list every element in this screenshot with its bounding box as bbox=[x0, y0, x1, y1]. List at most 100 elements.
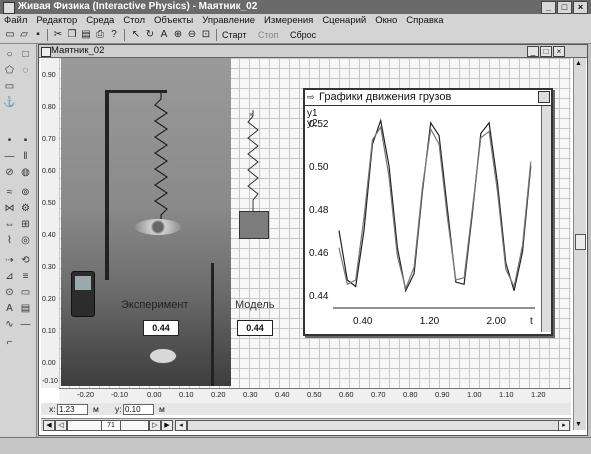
button-tool-icon[interactable]: ⊙ bbox=[3, 286, 16, 299]
ruler-x-label: 0.00 bbox=[147, 390, 162, 399]
graph-window[interactable]: ⇨ Графики движения грузов y1 y2 0.52 0.50 0.… bbox=[303, 88, 553, 336]
doc-minimize-button[interactable]: _ bbox=[527, 46, 539, 57]
damper-tool-icon[interactable]: ⊞ bbox=[19, 218, 32, 231]
app-icon bbox=[3, 2, 15, 14]
step-forward-icon[interactable]: ▷ bbox=[149, 420, 161, 431]
doc-maximize-button[interactable]: □ bbox=[540, 46, 552, 57]
ruler-y-label: 0.40 bbox=[42, 232, 56, 239]
text-tool-icon[interactable]: A bbox=[158, 29, 170, 41]
document-titlebar: Маятник_02 _ □ × bbox=[39, 45, 587, 58]
print-icon[interactable]: ⎙ bbox=[94, 29, 106, 41]
gear-tool-icon[interactable]: ⚙ bbox=[19, 202, 32, 215]
cut-icon[interactable]: ✂ bbox=[52, 29, 64, 41]
model-mass-block[interactable] bbox=[239, 211, 269, 239]
zoom-fit-icon[interactable]: ⊡ bbox=[200, 29, 212, 41]
menu-window[interactable]: Окно bbox=[375, 15, 397, 26]
horizontal-scroll-track[interactable] bbox=[187, 420, 559, 431]
vertical-scrollbar[interactable]: ▲ ▼ bbox=[573, 58, 586, 430]
ruler-x-label: 1.00 bbox=[467, 390, 482, 399]
anchor-tool-icon[interactable]: ⚓ bbox=[3, 96, 16, 109]
ruler-y-label: 0.20 bbox=[42, 296, 56, 303]
paste-icon[interactable]: ▤ bbox=[80, 29, 92, 41]
actuator-tool-icon[interactable]: ⇔ bbox=[3, 218, 16, 231]
experiment-value-meter[interactable]: 0.44 bbox=[143, 320, 179, 336]
curve-tool-icon[interactable]: ◌ bbox=[19, 64, 32, 77]
scroll-right-icon[interactable]: ▸ bbox=[558, 420, 570, 431]
polygon-tool-icon[interactable]: ⬠ bbox=[3, 64, 16, 77]
rewind-icon[interactable]: ◀ bbox=[43, 420, 55, 431]
menubar: Файл Редактор Среда Стол Объекты Управле… bbox=[0, 14, 591, 28]
pin-joint-tool-icon[interactable]: ⊘ bbox=[3, 166, 16, 179]
step-back-icon[interactable]: ◁ bbox=[55, 420, 67, 431]
graph-menu-arrow-icon[interactable]: ⇨ bbox=[307, 92, 315, 103]
save-icon[interactable]: ▪ bbox=[32, 29, 44, 41]
scroll-down-icon[interactable]: ▼ bbox=[575, 421, 582, 428]
line-tool-icon[interactable]: — bbox=[19, 318, 32, 331]
pulley-tool-icon[interactable]: ⊚ bbox=[19, 186, 32, 199]
circle-tool-icon[interactable]: ○ bbox=[3, 48, 16, 61]
stop-button[interactable]: Стоп bbox=[258, 30, 278, 40]
ruler-y-label: 0.00 bbox=[42, 360, 56, 367]
model-value-meter[interactable]: 0.44 bbox=[237, 320, 273, 336]
reset-button[interactable]: Сброс bbox=[290, 30, 316, 40]
frame-counter[interactable]: 71 bbox=[101, 420, 121, 431]
menu-table[interactable]: Стол bbox=[123, 15, 145, 26]
rotate-icon[interactable]: ↻ bbox=[144, 29, 156, 41]
rotational-spring-tool-icon[interactable]: ◎ bbox=[19, 234, 32, 247]
vertical-scroll-thumb[interactable] bbox=[575, 234, 586, 250]
workspace-canvas[interactable]: × Эксперимент Модель 0.44 0.44 ⇨ Графики… bbox=[59, 58, 571, 388]
motor-tool-icon[interactable]: ◍ bbox=[19, 166, 32, 179]
zoom-out-icon[interactable]: ⊖ bbox=[186, 29, 198, 41]
minimize-button[interactable]: _ bbox=[541, 1, 556, 14]
force-tool-icon[interactable]: ⇢ bbox=[3, 254, 16, 267]
x-coord-field[interactable]: 1.23 bbox=[57, 404, 88, 415]
graph-titlebar: ⇨ Графики движения грузов bbox=[305, 90, 551, 106]
spring-tool-icon[interactable]: ⌇ bbox=[3, 234, 16, 247]
zoom-in-icon[interactable]: ⊕ bbox=[172, 29, 184, 41]
new-file-icon[interactable]: ▭ bbox=[4, 29, 16, 41]
meter-tool-icon[interactable]: ⊿ bbox=[3, 270, 16, 283]
menu-file[interactable]: Файл bbox=[4, 15, 27, 26]
scroll-up-icon[interactable]: ▲ bbox=[575, 60, 582, 67]
rod-tool-icon[interactable]: — bbox=[3, 150, 16, 163]
torque-tool-icon[interactable]: ⟲ bbox=[19, 254, 32, 267]
arrow-pointer-icon[interactable]: ↖ bbox=[130, 29, 142, 41]
document-icon bbox=[41, 47, 51, 57]
label-tool-icon[interactable]: A bbox=[3, 302, 16, 315]
open-folder-icon[interactable]: ▱ bbox=[18, 29, 30, 41]
start-button[interactable]: Старт bbox=[222, 30, 246, 40]
menu-tool-icon[interactable]: ▤ bbox=[19, 302, 32, 315]
menu-script[interactable]: Сценарий bbox=[322, 15, 366, 26]
graph-close-icon[interactable] bbox=[538, 91, 550, 103]
counter-tool-icon[interactable]: ≡ bbox=[19, 270, 32, 283]
photo-weight-disk bbox=[135, 219, 181, 235]
slot-tool-icon[interactable]: ‖ bbox=[19, 150, 32, 163]
fast-forward-icon[interactable]: ▶ bbox=[161, 420, 173, 431]
slider-tool-icon[interactable]: ▭ bbox=[19, 286, 32, 299]
close-button[interactable]: × bbox=[573, 1, 588, 14]
x-tick-label: 0.40 bbox=[353, 316, 373, 327]
copy-icon[interactable]: ❐ bbox=[66, 29, 78, 41]
help-icon[interactable]: ? bbox=[108, 29, 120, 41]
doc-close-button[interactable]: × bbox=[553, 46, 565, 57]
maximize-button[interactable]: □ bbox=[557, 1, 572, 14]
point-tool-icon[interactable]: • bbox=[3, 134, 16, 147]
experiment-label: Эксперимент bbox=[121, 299, 189, 311]
hook-tool-icon[interactable]: ⌐ bbox=[3, 336, 16, 349]
menu-edit[interactable]: Редактор bbox=[36, 15, 77, 26]
rope-tool-icon[interactable]: ≈ bbox=[3, 186, 16, 199]
y-tick-label: 0.46 bbox=[309, 248, 329, 259]
y-coord-field[interactable]: 0.10 bbox=[123, 404, 154, 415]
menu-measure[interactable]: Измерения bbox=[264, 15, 313, 26]
menu-help[interactable]: Справка bbox=[406, 15, 443, 26]
menu-world[interactable]: Среда bbox=[86, 15, 114, 26]
separator-tool-icon[interactable]: ⋈ bbox=[3, 202, 16, 215]
rectangle-tool-icon[interactable]: □ bbox=[19, 48, 32, 61]
menu-objects[interactable]: Объекты bbox=[154, 15, 193, 26]
wave-tool-icon[interactable]: ∿ bbox=[3, 318, 16, 331]
graph-scrollbar[interactable] bbox=[541, 106, 551, 332]
scroll-left-icon[interactable]: ◂ bbox=[175, 420, 187, 431]
box-tool-icon[interactable]: ▭ bbox=[3, 80, 16, 93]
menu-control[interactable]: Управление bbox=[202, 15, 255, 26]
square-point-tool-icon[interactable]: ▪ bbox=[19, 134, 32, 147]
